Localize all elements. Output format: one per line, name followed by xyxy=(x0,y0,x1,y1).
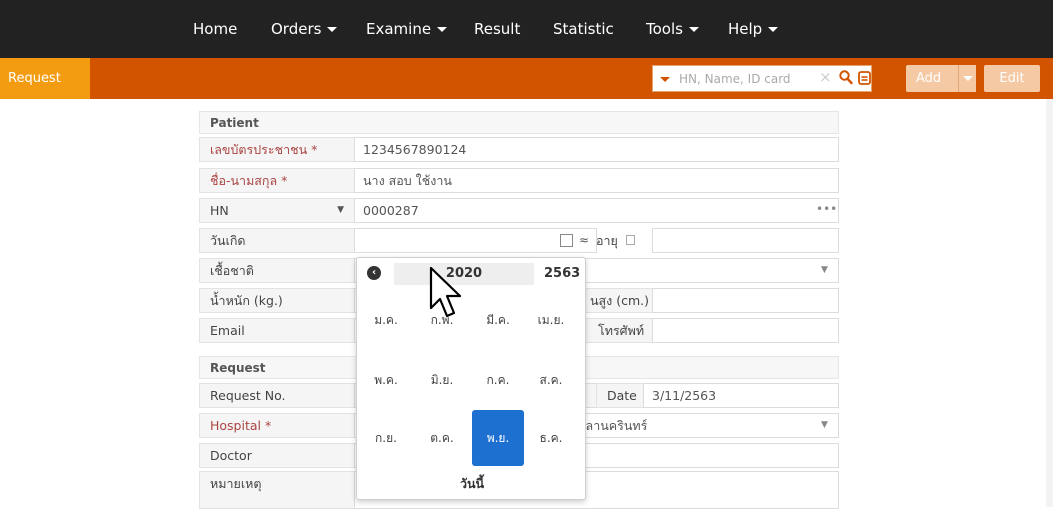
birthdate-label: วันเกิด xyxy=(199,228,355,253)
age-field[interactable] xyxy=(652,228,839,253)
nav-orders[interactable]: Orders xyxy=(271,0,338,58)
height-label: นสูง (cm.) xyxy=(583,288,653,313)
nav-help-label: Help xyxy=(728,20,763,38)
year-thai: 2563 xyxy=(544,266,581,281)
month-may[interactable]: พ.ค. xyxy=(360,352,412,408)
row-hn: HN ▼ 0000287 ••• xyxy=(199,198,839,223)
nav-orders-label: Orders xyxy=(271,20,322,38)
month-jan[interactable]: ม.ค. xyxy=(360,292,412,348)
month-jun[interactable]: มิ.ย. xyxy=(416,352,468,408)
month-oct[interactable]: ต.ค. xyxy=(416,410,468,466)
top-navbar: Home Orders Examine Result Statistic Too… xyxy=(0,0,1053,58)
month-apr[interactable]: เม.ย. xyxy=(525,292,577,348)
id-card-field[interactable]: 1234567890124 xyxy=(354,137,839,162)
search-input[interactable] xyxy=(677,66,807,91)
weight-label: น้ำหนัก (kg.) xyxy=(199,288,355,313)
clear-icon[interactable]: × xyxy=(819,68,832,86)
chevron-down-icon xyxy=(327,27,338,32)
tab-request[interactable]: Request xyxy=(0,58,90,99)
doctor-label: Doctor xyxy=(199,443,355,468)
hn-label: HN xyxy=(210,203,229,218)
name-field[interactable]: นาง สอบ ใช้งาน xyxy=(354,168,839,193)
today-button[interactable]: วันนี้ xyxy=(357,474,587,494)
nav-examine[interactable]: Examine xyxy=(366,0,448,58)
chevron-down-icon xyxy=(437,27,448,32)
request-no-label: Request No. xyxy=(199,383,355,408)
nav-tools-label: Tools xyxy=(646,20,683,38)
page-scrollbar[interactable] xyxy=(1046,99,1053,507)
hospital-label: Hospital * xyxy=(199,413,355,438)
height-field[interactable] xyxy=(652,288,839,313)
chevron-down-icon xyxy=(768,27,779,32)
search-icon[interactable] xyxy=(839,70,853,89)
chevron-down-icon xyxy=(660,77,670,82)
month-mar[interactable]: มี.ค. xyxy=(472,292,524,348)
edit-button[interactable]: Edit xyxy=(984,65,1040,92)
action-toolbar: Request × Add Edit xyxy=(0,58,1053,99)
month-sep[interactable]: ก.ย. xyxy=(360,410,412,466)
chevron-down-icon: ▼ xyxy=(337,205,344,215)
nav-home-label: Home xyxy=(193,20,238,38)
mouse-pointer-icon xyxy=(429,266,462,318)
chevron-left-icon[interactable]: ‹ xyxy=(367,266,381,280)
search-box: × xyxy=(652,65,872,92)
email-label: Email xyxy=(199,318,355,343)
note-label: หมายเหตุ xyxy=(199,471,355,509)
row-name: ชื่อ-นามสกุล * นาง สอบ ใช้งาน xyxy=(199,168,839,193)
phone-label: โทรศัพท์ xyxy=(583,318,653,343)
calculator-icon xyxy=(626,235,635,245)
nav-result-label: Result xyxy=(474,20,521,38)
nav-help[interactable]: Help xyxy=(728,0,779,58)
phone-field[interactable] xyxy=(652,318,839,343)
chevron-down-icon xyxy=(963,76,973,81)
search-type-dropdown[interactable] xyxy=(653,66,675,91)
approx-checkbox[interactable] xyxy=(560,234,573,247)
date-label: Date xyxy=(596,383,644,408)
row-birthdate: วันเกิด ≈ อายุ xyxy=(199,228,839,253)
name-label: ชื่อ-นามสกุล * xyxy=(199,168,355,193)
approx-symbol: ≈ xyxy=(579,233,590,247)
more-icon[interactable]: ••• xyxy=(816,198,837,220)
month-nov[interactable]: พ.ย. xyxy=(472,410,524,466)
chevron-down-icon: ▼ xyxy=(821,265,828,275)
nationality-label: เชื้อชาติ xyxy=(199,258,355,283)
patient-section-title: Patient xyxy=(199,111,839,134)
id-card-label: เลขบัตรประชาชน * xyxy=(199,137,355,162)
nav-statistic[interactable]: Statistic xyxy=(553,0,614,58)
nav-statistic-label: Statistic xyxy=(553,20,614,38)
add-button[interactable]: Add xyxy=(906,65,958,92)
nav-tools[interactable]: Tools xyxy=(646,0,699,58)
hn-type-select[interactable]: HN ▼ xyxy=(199,198,355,223)
row-id-card: เลขบัตรประชาชน * 1234567890124 xyxy=(199,137,839,162)
age-label: อายุ xyxy=(596,233,618,248)
hn-field[interactable]: 0000287 xyxy=(354,198,839,223)
nav-examine-label: Examine xyxy=(366,20,432,38)
add-dropdown-button[interactable] xyxy=(958,65,976,92)
chevron-down-icon xyxy=(688,27,699,32)
nav-home[interactable]: Home xyxy=(193,0,237,58)
month-dec[interactable]: ธ.ค. xyxy=(525,410,577,466)
card-reader-icon[interactable] xyxy=(858,71,871,89)
month-aug[interactable]: ส.ค. xyxy=(525,352,577,408)
nav-result[interactable]: Result xyxy=(474,0,520,58)
month-jul[interactable]: ก.ค. xyxy=(472,352,524,408)
date-field[interactable]: 3/11/2563 xyxy=(643,383,839,408)
chevron-down-icon: ▼ xyxy=(821,420,828,430)
month-picker: ‹ 2020 2563 ม.ค. ก.พ. มี.ค. เม.ย. พ.ค. ม… xyxy=(356,257,586,500)
